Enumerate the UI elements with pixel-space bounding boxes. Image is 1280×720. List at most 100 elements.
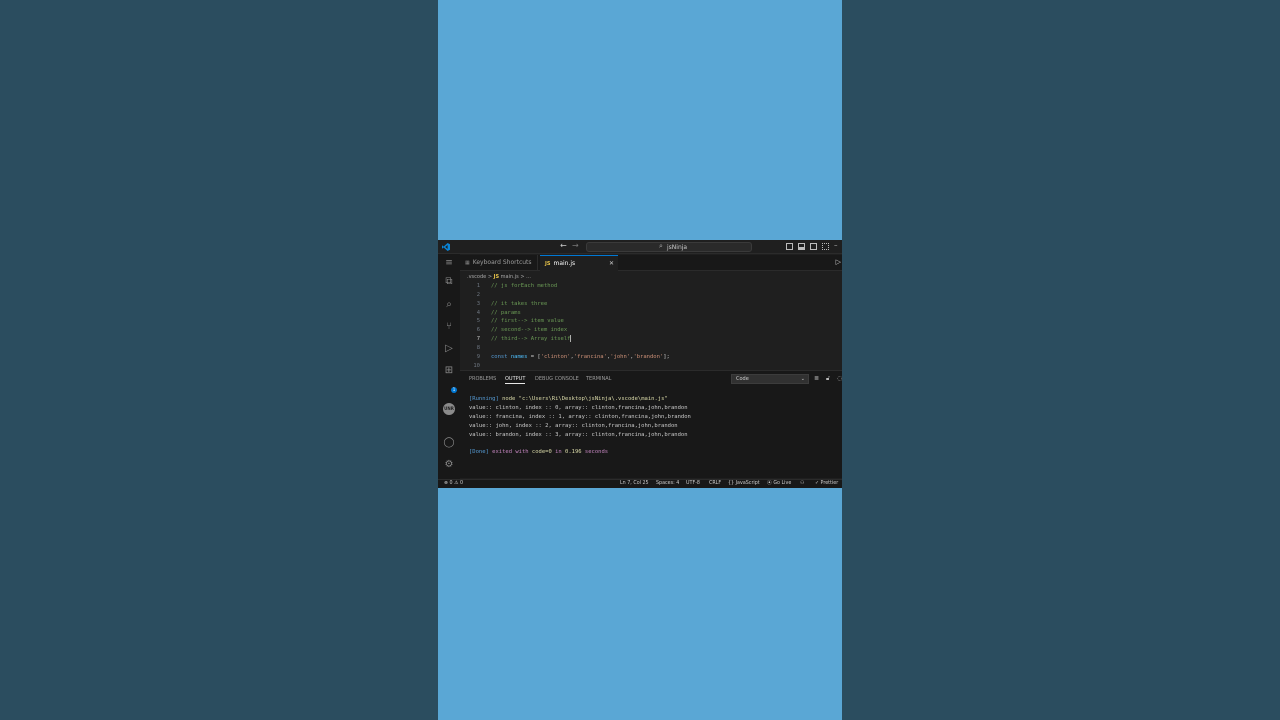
language-mode[interactable]: {} JavaScript: [728, 480, 760, 488]
code-text: // second--> item index: [491, 327, 568, 333]
indentation-status[interactable]: Spaces: 4: [656, 480, 679, 488]
screen: ← → ⌕ jsNinja – ≡ ⧉ ⌕ ⑂ ▷ ⊞ 1 UNR ◯ ⚙ ▦ …: [0, 0, 1280, 720]
tab-debug-console[interactable]: DEBUG CONSOLE: [535, 375, 579, 383]
running-tag: [Running]: [469, 395, 499, 402]
output-line-done: [Done] exited with code=0 in 0.196 secon…: [469, 448, 839, 457]
clear-output-icon[interactable]: ≣: [814, 375, 819, 383]
line-number: 6: [476, 327, 480, 333]
title-bar: ← → ⌕ jsNinja –: [438, 240, 842, 254]
remote-icon[interactable]: UNR: [443, 403, 455, 415]
command-center[interactable]: ⌕ jsNinja: [586, 242, 752, 252]
menu-icon[interactable]: ≡: [443, 257, 455, 269]
status-bar: ⊗ 0 ⚠ 0 Ln 7, Col 25 Spaces: 4 UTF-8 CRL…: [438, 479, 842, 488]
toggle-panel-icon[interactable]: [798, 243, 805, 250]
output-line: value:: francina, index :: 1, array:: cl…: [469, 413, 691, 420]
done-text: exited with: [488, 449, 532, 456]
line-number: 5: [476, 318, 480, 324]
tab-terminal[interactable]: TERMINAL: [586, 375, 611, 383]
line-number: 1: [476, 283, 480, 289]
prettier-status[interactable]: ✓ Prettier: [815, 480, 838, 488]
tab-problems[interactable]: PROBLEMS: [469, 375, 496, 383]
code-line: 5 // first--> item value: [460, 317, 842, 326]
toggle-primary-sidebar-icon[interactable]: [786, 243, 793, 250]
output-line-running: [Running] node "c:\Users\Ri\Desktop\jsNi…: [469, 395, 839, 404]
string-literal: 'clinton': [540, 354, 571, 360]
breadcrumb: .vscode > JS main.js > ...: [467, 273, 531, 281]
eol-status[interactable]: CRLF: [709, 480, 721, 488]
code-line: 6 // second--> item index: [460, 326, 842, 335]
tab-label: main.js: [553, 260, 576, 267]
breadcrumb-separator: >: [487, 274, 493, 280]
code-line: 9 const names = ['clinton','francina','jo…: [460, 353, 842, 362]
go-live-button[interactable]: ⦿ Go Live: [767, 480, 791, 488]
line-number: 2: [476, 292, 480, 298]
line-number: 7: [476, 336, 480, 342]
extensions-icon[interactable]: ⊞: [443, 365, 455, 377]
window-title: jsNinja: [667, 244, 688, 251]
tab-main-js[interactable]: JS main.js ✕: [540, 255, 618, 271]
arrow-right-icon[interactable]: →: [572, 241, 579, 250]
tab-label: Keyboard Shortcuts: [472, 259, 532, 266]
code-editor[interactable]: 1 // js forEach method 2 3 // it takes thr…: [460, 282, 842, 367]
source-control-icon[interactable]: ⑂: [443, 321, 455, 333]
code-text: // third--> Array itself: [491, 335, 572, 344]
toggle-secondary-sidebar-icon[interactable]: [810, 243, 817, 250]
left-backdrop: [0, 0, 438, 720]
line-number: 9: [476, 354, 480, 360]
output-line: value:: clinton, index :: 0, array:: cli…: [469, 404, 688, 411]
code-text: // it takes three: [491, 301, 548, 307]
tab-bar: ▦ Keyboard Shortcuts JS main.js ✕ ▷: [460, 255, 842, 271]
line-number: 10: [473, 363, 480, 367]
customize-layout-icon[interactable]: [822, 243, 829, 250]
activity-bar: ≡ ⧉ ⌕ ⑂ ▷ ⊞ 1 UNR ◯ ⚙: [438, 254, 460, 481]
code-line: 10: [460, 362, 842, 367]
done-text: in: [551, 449, 566, 456]
run-code-icon[interactable]: ▷: [836, 258, 841, 266]
lock-scroll-icon[interactable]: 🔓︎: [826, 375, 830, 383]
settings-gear-icon[interactable]: ⚙: [443, 459, 455, 471]
breadcrumb-symbol[interactable]: ...: [526, 274, 531, 280]
code-line: 2: [460, 291, 842, 300]
breadcrumb-separator: >: [520, 274, 525, 280]
close-icon[interactable]: ✕: [609, 256, 614, 272]
punctuation: = [: [527, 354, 541, 360]
chevron-down-icon: ⌄: [800, 376, 805, 382]
code-line-active: 7 // third--> Array itself: [460, 335, 842, 344]
tab-keyboard-shortcuts[interactable]: ▦ Keyboard Shortcuts: [460, 255, 538, 271]
code-text: // first--> item value: [491, 318, 564, 324]
done-text: seconds: [581, 449, 609, 456]
output-line: value:: john, index :: 2, array:: clinto…: [469, 422, 678, 429]
variable-name: names: [510, 354, 528, 360]
string-literal: 'john': [610, 354, 631, 360]
copilot-icon[interactable]: ⚇: [800, 480, 804, 488]
explorer-icon[interactable]: ⧉: [443, 276, 455, 288]
problems-status[interactable]: ⊗ 0 ⚠ 0: [444, 480, 463, 488]
breadcrumb-folder[interactable]: .vscode: [467, 274, 486, 280]
arrow-left-icon[interactable]: ←: [560, 241, 567, 250]
account-icon[interactable]: ◯: [443, 437, 455, 449]
tab-output[interactable]: OUTPUT: [505, 375, 526, 384]
line-number: 3: [476, 301, 480, 307]
keyword: const: [491, 354, 508, 360]
output-log[interactable]: [Running] node "c:\Users\Ri\Desktop\jsNi…: [469, 386, 839, 475]
vscode-window: ← → ⌕ jsNinja – ≡ ⧉ ⌕ ⑂ ▷ ⊞ 1 UNR ◯ ⚙ ▦ …: [438, 240, 842, 488]
bottom-panel: PROBLEMS OUTPUT DEBUG CONSOLE TERMINAL C…: [460, 370, 842, 478]
code-text: // js forEach method: [491, 283, 558, 289]
running-command: node "c:\Users\Ri\Desktop\jsNinja\.vscod…: [498, 395, 668, 402]
exit-code: code=0: [531, 449, 552, 456]
code-line: 3 // it takes three: [460, 300, 842, 309]
breadcrumb-file[interactable]: main.js: [501, 274, 519, 280]
minimize-icon[interactable]: –: [834, 241, 838, 249]
vscode-logo-icon: [442, 243, 450, 251]
javascript-file-icon: JS: [545, 261, 551, 267]
cursor-position[interactable]: Ln 7, Col 25: [620, 480, 649, 488]
string-literal: 'francina': [573, 354, 607, 360]
search-icon[interactable]: ⌕: [443, 299, 455, 311]
run-debug-icon[interactable]: ▷: [443, 343, 455, 355]
done-tag: [Done]: [469, 449, 489, 456]
text-cursor: [570, 335, 572, 342]
right-backdrop: [842, 0, 1280, 720]
encoding-status[interactable]: UTF-8: [686, 480, 700, 488]
more-actions-icon[interactable]: ◌: [837, 375, 842, 383]
output-channel-select[interactable]: Code ⌄: [731, 374, 809, 384]
